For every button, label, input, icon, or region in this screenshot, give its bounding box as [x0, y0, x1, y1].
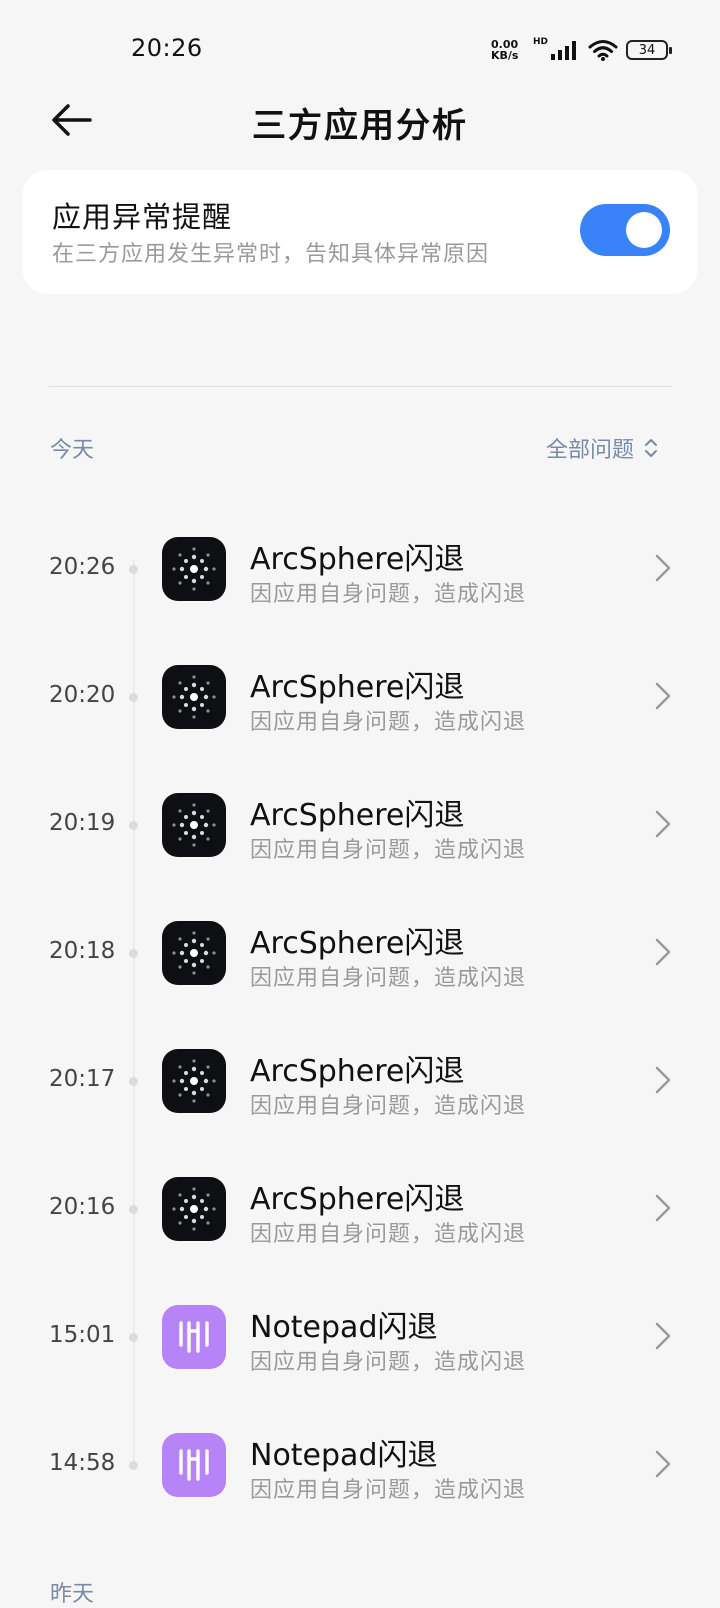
- header: 三方应用分析: [0, 96, 720, 146]
- arcsphere-icon: [162, 537, 226, 601]
- crash-time: 20:17: [49, 1066, 116, 1092]
- crash-time: 20:18: [49, 938, 116, 964]
- hd-label: HD: [532, 37, 548, 47]
- crash-title: Notepad闪退: [250, 1438, 438, 1473]
- timeline-dot: [129, 949, 138, 958]
- crash-time: 20:26: [49, 554, 116, 580]
- crash-reason: 因应用自身问题，造成闪退: [250, 838, 527, 863]
- crash-list-item[interactable]: 20:19 ArcSphere闪退因应用自身问题，造成闪退: [0, 760, 720, 888]
- chevron-right-icon: [655, 810, 671, 838]
- crash-title: ArcSphere闪退: [250, 1182, 465, 1217]
- crash-reason: 因应用自身问题，造成闪退: [250, 1350, 527, 1375]
- crash-list-item[interactable]: 20:20 ArcSphere闪退因应用自身问题，造成闪退: [0, 632, 720, 760]
- network-speed: 0.00 KB/s: [491, 39, 525, 61]
- toggle-knob: [626, 212, 662, 248]
- arcsphere-icon: [162, 1177, 226, 1241]
- sort-chevrons-icon: [645, 439, 657, 457]
- alert-setting-title: 应用异常提醒: [52, 200, 233, 234]
- issue-filter-dropdown[interactable]: 全部问题: [546, 432, 658, 464]
- arcsphere-icon: [162, 921, 226, 985]
- network-speed-unit: KB/s: [490, 49, 519, 62]
- crash-time: 20:19: [49, 810, 116, 836]
- arcsphere-icon: [162, 793, 226, 857]
- status-indicators: 0.00 KB/s HD 34: [491, 36, 672, 64]
- crash-time: 14:58: [49, 1450, 116, 1476]
- timeline-dot: [129, 1333, 138, 1342]
- alert-toggle[interactable]: [580, 204, 670, 256]
- wifi-icon: [588, 40, 618, 61]
- signal-icon: [551, 41, 576, 60]
- crash-list: 20:26 ArcSphere闪退 因应用自身问题，造成闪退 20:20 Arc…: [0, 504, 720, 1528]
- crash-list-item[interactable]: 20:16 ArcSphere闪退因应用自身问题，造成闪退: [0, 1144, 720, 1272]
- divider: [49, 386, 672, 387]
- crash-title: ArcSphere闪退: [250, 670, 465, 705]
- alert-setting-subtitle: 在三方应用发生异常时，告知具体异常原因: [52, 242, 490, 267]
- section-header-today: 今天: [50, 438, 95, 463]
- crash-list-item[interactable]: 20:18 ArcSphere闪退因应用自身问题，造成闪退: [0, 888, 720, 1016]
- status-time: 20:26: [131, 34, 203, 62]
- chevron-right-icon: [655, 682, 671, 710]
- arcsphere-icon: [162, 1049, 226, 1113]
- crash-time: 20:16: [49, 1194, 116, 1220]
- page-title: 三方应用分析: [252, 106, 468, 146]
- timeline-dot: [129, 1205, 138, 1214]
- alert-setting-card: 应用异常提醒 在三方应用发生异常时，告知具体异常原因: [22, 170, 698, 294]
- crash-reason: 因应用自身问题，造成闪退: [250, 1222, 527, 1247]
- timeline-dot: [129, 565, 138, 574]
- timeline-dot: [129, 693, 138, 702]
- chevron-right-icon: [655, 1450, 671, 1478]
- crash-title: ArcSphere闪退: [250, 1054, 465, 1089]
- crash-reason: 因应用自身问题，造成闪退: [250, 582, 527, 607]
- crash-time: 20:20: [49, 682, 116, 708]
- battery-icon: 34: [626, 40, 672, 60]
- crash-list-item[interactable]: 20:17 ArcSphere闪退因应用自身问题，造成闪退: [0, 1016, 720, 1144]
- chevron-right-icon: [655, 1322, 671, 1350]
- notepad-icon: [162, 1433, 226, 1497]
- crash-list-item[interactable]: 20:26 ArcSphere闪退因应用自身问题，造成闪退: [0, 504, 720, 632]
- chevron-right-icon: [655, 1194, 671, 1222]
- timeline-dot: [129, 821, 138, 830]
- arcsphere-icon: [162, 665, 226, 729]
- chevron-right-icon: [655, 1066, 671, 1094]
- filter-label: 全部问题: [545, 438, 634, 463]
- crash-reason: 因应用自身问题，造成闪退: [250, 1478, 527, 1503]
- crash-time: 15:01: [49, 1322, 116, 1348]
- crash-reason: 因应用自身问题，造成闪退: [250, 1094, 527, 1119]
- notepad-icon: [162, 1305, 226, 1369]
- chevron-right-icon: [655, 554, 671, 582]
- battery-level: 34: [638, 42, 656, 58]
- crash-title: ArcSphere闪退: [250, 798, 465, 833]
- section-header-yesterday: 昨天: [50, 1582, 95, 1607]
- crash-list-item[interactable]: 15:01 Notepad闪退因应用自身问题，造成闪退: [0, 1272, 720, 1400]
- crash-title: Notepad闪退: [250, 1310, 438, 1345]
- status-bar: 20:26 0.00 KB/s HD 34: [0, 0, 720, 100]
- crash-reason: 因应用自身问题，造成闪退: [250, 966, 527, 991]
- crash-title: ArcSphere闪退: [250, 542, 465, 577]
- timeline-dot: [129, 1077, 138, 1086]
- crash-reason: 因应用自身问题，造成闪退: [250, 710, 527, 735]
- crash-list-item[interactable]: 14:58 Notepad闪退因应用自身问题，造成闪退: [0, 1400, 720, 1528]
- crash-title: ArcSphere闪退: [250, 926, 465, 961]
- timeline-dot: [129, 1461, 138, 1470]
- chevron-right-icon: [655, 938, 671, 966]
